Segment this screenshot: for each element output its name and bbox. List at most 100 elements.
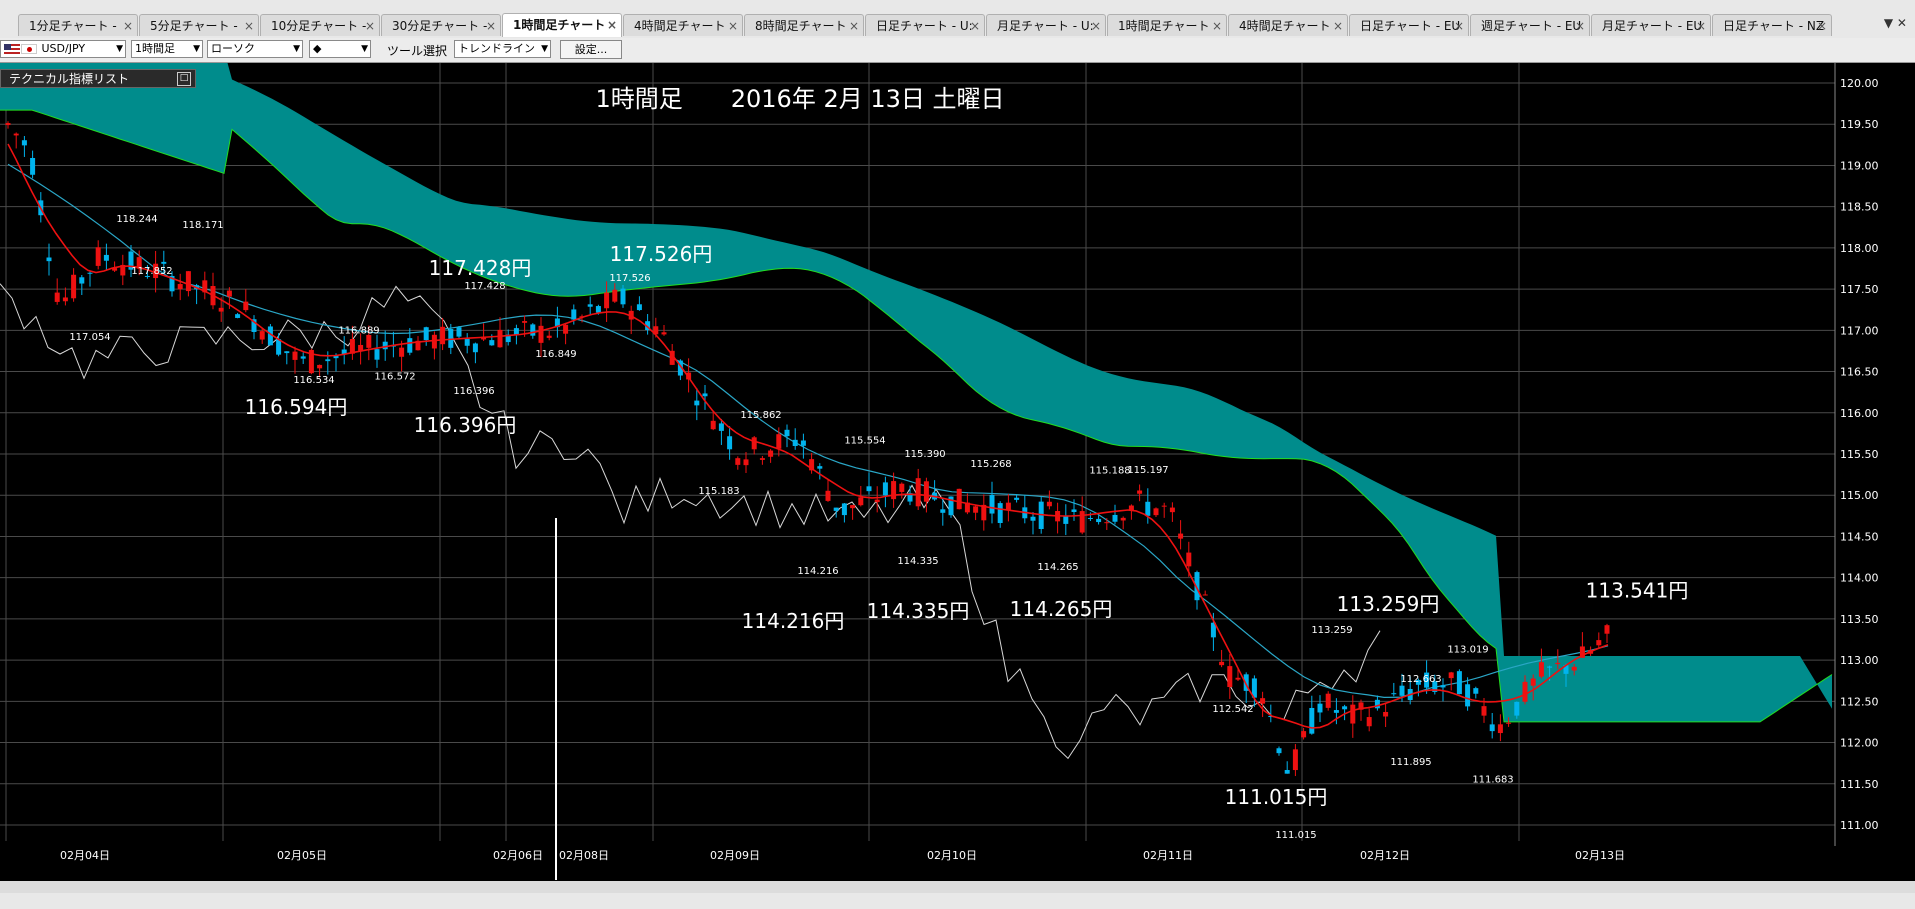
currency-pair-value: USD/JPY (41, 42, 86, 55)
close-icon[interactable]: × (970, 15, 980, 36)
close-icon[interactable]: × (1091, 15, 1101, 36)
close-icon[interactable]: × (1333, 15, 1343, 36)
close-icon[interactable]: × (486, 15, 496, 36)
candle-body (1366, 717, 1372, 727)
timeframe-select[interactable]: 1時間足 ▼ (131, 40, 203, 58)
chart-tab[interactable]: 週足チャート - EU × (1470, 14, 1590, 36)
candle-body (538, 325, 544, 343)
chevron-down-icon: ▼ (193, 44, 200, 54)
line-style-icon: ◆ (313, 42, 322, 55)
candle-body (456, 327, 462, 337)
chart-tab[interactable]: 30分足チャート - × (381, 14, 501, 36)
candle-body (407, 338, 413, 353)
close-icon[interactable]: × (1212, 15, 1222, 36)
candle-body (882, 482, 888, 496)
us-flag-icon (4, 44, 20, 54)
chart-tab[interactable]: 日足チャート - NZ × (1712, 14, 1832, 36)
chart-tab[interactable]: 8時間足チャート × (744, 14, 864, 36)
close-icon[interactable]: × (849, 15, 859, 36)
chart-tab[interactable]: 4時間足チャート × (1228, 14, 1348, 36)
chart-tab[interactable]: 月足チャート - U: × (986, 14, 1106, 36)
candle-body (1005, 502, 1011, 510)
window-top-strip (0, 0, 1915, 10)
candle-body (1120, 517, 1126, 521)
extremum-label: 112.663 (1400, 674, 1441, 685)
chart-title: 1時間足 2016年 2月 13日 土曜日 (595, 85, 1004, 113)
candle-body (1497, 724, 1503, 734)
candle-body (218, 307, 224, 312)
tab-label: 1分足チャート - (29, 19, 117, 33)
candle-body (62, 297, 68, 302)
close-icon[interactable]: × (728, 15, 738, 36)
chart-tab[interactable]: 月足チャート - EU × (1591, 14, 1711, 36)
close-icon[interactable]: × (365, 15, 375, 36)
candle-body (1309, 707, 1315, 734)
extremum-label: 117.852 (131, 266, 172, 277)
candle-body (1030, 516, 1036, 521)
indicator-list-panel[interactable]: テクニカル指標リスト □ (0, 69, 196, 88)
candle-body (46, 257, 52, 262)
chart-background (0, 63, 1915, 880)
candle-body (702, 393, 708, 397)
candle-body (1063, 516, 1069, 524)
close-icon[interactable]: × (607, 14, 617, 36)
extremum-label: 117.054 (69, 332, 110, 343)
candle-body (546, 335, 552, 338)
candle-body (1145, 501, 1151, 516)
chart-tab[interactable]: 5分足チャート - × (139, 14, 259, 36)
candle-body (1292, 749, 1298, 771)
candle-body (1489, 724, 1495, 732)
tab-menu-controls[interactable]: ▼ ✕ (1884, 16, 1907, 30)
close-icon[interactable]: × (123, 15, 133, 36)
currency-pair-select[interactable]: USD/JPY ▼ (0, 40, 126, 58)
candle-body (1087, 517, 1093, 519)
price-chart[interactable]: 120.00 119.50 119.00 118.50 118.00 117.50 117.… (0, 63, 1915, 880)
tab-label: 1時間足チャート (1118, 19, 1210, 33)
horizontal-scrollbar[interactable] (0, 881, 1915, 893)
extremum-label: 115.390 (904, 449, 945, 460)
candle-body (1096, 518, 1102, 523)
candle-body (1596, 640, 1602, 646)
line-style-select[interactable]: ◆ ▼ (309, 40, 371, 58)
close-icon[interactable]: × (1454, 15, 1464, 36)
tab-label: 日足チャート - U: (876, 19, 973, 33)
candle-body (1448, 672, 1454, 679)
candle-body (440, 326, 446, 345)
tab-label: 週足チャート - EU (1481, 19, 1582, 33)
close-icon[interactable]: × (1817, 15, 1827, 36)
chart-tab[interactable]: 1時間足チャート × (502, 13, 622, 37)
price-callout: 117.526円 (610, 242, 713, 266)
candle-body (259, 331, 265, 340)
close-icon[interactable]: × (1696, 15, 1706, 36)
settings-button[interactable]: 設定... (560, 40, 622, 59)
candle-body (956, 488, 962, 510)
candle-body (727, 436, 733, 450)
candle-body (464, 339, 470, 346)
y-tick-label: 116.00 (1840, 407, 1879, 420)
candle-body (1071, 509, 1077, 512)
candle-body (235, 314, 241, 318)
chart-tab[interactable]: 1分足チャート - × (18, 14, 138, 36)
chart-tab[interactable]: 10分足チャート - × (260, 14, 380, 36)
chart-tab[interactable]: 4時間足チャート × (623, 14, 743, 36)
close-icon[interactable]: × (244, 15, 254, 36)
drawing-tool-select[interactable]: トレンドライン ▼ (454, 40, 551, 58)
x-tick-label: 02月11日 (1143, 849, 1193, 862)
chart-tab[interactable]: 日足チャート - EU × (1349, 14, 1469, 36)
candle-body (997, 503, 1003, 523)
candle-body (817, 466, 823, 469)
x-tick-label: 02月12日 (1360, 849, 1410, 862)
candle-body (382, 341, 388, 350)
chart-canvas[interactable]: 120.00 119.50 119.00 118.50 118.00 117.50 117.… (0, 63, 1915, 880)
y-tick-label: 118.00 (1840, 242, 1879, 255)
candle-body (1522, 681, 1528, 702)
candle-body (1161, 505, 1167, 507)
chart-type-select[interactable]: ローソク ▼ (207, 40, 303, 58)
candle-body (735, 458, 741, 465)
panel-toggle-icon[interactable]: □ (177, 72, 191, 86)
candle-body (1317, 703, 1323, 713)
chart-tab[interactable]: 1時間足チャート × (1107, 14, 1227, 36)
candle-body (1112, 514, 1118, 522)
chart-tab[interactable]: 日足チャート - U: × (865, 14, 985, 36)
close-icon[interactable]: × (1575, 15, 1585, 36)
